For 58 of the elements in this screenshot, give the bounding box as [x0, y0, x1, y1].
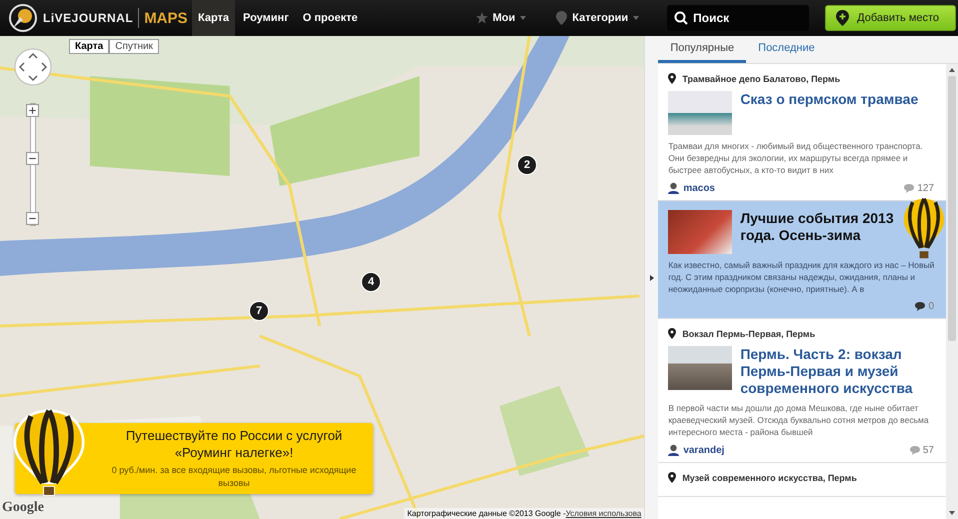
- scroll-up-icon[interactable]: [949, 68, 955, 72]
- speech-bubble-icon: [904, 184, 914, 192]
- author-link[interactable]: macos: [668, 182, 715, 194]
- balloon-icon: [13, 409, 85, 499]
- scrollbar[interactable]: [946, 64, 958, 519]
- ad-title: Путешествуйте по России с услугой «Роуминг налегке»!: [124, 427, 344, 461]
- zoom-out-icon[interactable]: [26, 212, 39, 225]
- map-type-button[interactable]: Спутник: [109, 39, 159, 54]
- nav-link[interactable]: Карта: [192, 0, 236, 36]
- pin-icon: [668, 472, 676, 483]
- pin-icon: [556, 11, 568, 25]
- caret-icon: [633, 16, 640, 20]
- post-location: Трамвайное депо Балатово, Пермь: [682, 74, 840, 84]
- dropdown-menu[interactable]: Мои: [476, 11, 526, 25]
- post-excerpt: В первой части мы дошли до дома Мешкова, где ныне обитает краеведческий музей. Отсюда буквально сотня метров до весьма интересного места - района бывшей: [668, 402, 930, 438]
- add-place-button[interactable]: Добавить место: [825, 5, 956, 31]
- post-title[interactable]: Сказ о пермском трамвае: [740, 91, 918, 108]
- caret-right-icon: [650, 274, 654, 280]
- pan-control-icon[interactable]: [14, 48, 52, 86]
- logo-text: LiVEJOURNAL: [43, 11, 134, 25]
- speech-bubble-icon: [910, 446, 920, 454]
- pin-icon: [668, 73, 676, 84]
- author-link[interactable]: varandej: [668, 444, 724, 456]
- comment-count: 57: [910, 444, 936, 456]
- map-attribution: Картографические данные ©2013 Google -: [407, 509, 566, 518]
- ad-text: 0 руб./мин. за все входящие вызовы, льготные исходящие вызовы: [110, 464, 358, 490]
- pin-plus-icon: [836, 10, 850, 26]
- user-icon: [668, 182, 680, 194]
- caret-icon: [520, 16, 526, 20]
- map-type-button[interactable]: Карта: [69, 39, 110, 54]
- user-icon: [668, 444, 680, 456]
- nav-link[interactable]: Роуминг: [237, 0, 295, 36]
- logo-icon: [8, 3, 38, 33]
- logo-product: MAPS: [144, 10, 188, 26]
- pin-icon: [668, 328, 676, 339]
- nav-link[interactable]: О проекте: [296, 0, 364, 36]
- zoom-in-icon[interactable]: [26, 104, 39, 117]
- comment-count: 127: [904, 182, 936, 194]
- terms-link[interactable]: Условия использова: [566, 509, 642, 518]
- post-excerpt: Трамваи для многих - любимый вид общественного транспорта. Они безвредны для экологии, их маршруты всегда прямее и быстрее автобусных, а кто-то видит в них: [668, 140, 924, 176]
- sidebar-tab[interactable]: Последние: [746, 36, 827, 63]
- zoom-slider-handle[interactable]: [26, 152, 39, 165]
- search-field[interactable]: Поиск: [667, 5, 810, 31]
- speech-bubble-icon: [915, 302, 926, 311]
- search-icon: [674, 11, 688, 25]
- post-title[interactable]: Пермь. Часть 2: вокзал Пермь-Первая и музей современного искусства: [740, 346, 936, 397]
- post-location: Вокзал Пермь-Первая, Пермь: [682, 328, 816, 338]
- comment-count: 0: [915, 301, 936, 312]
- scroll-down-icon[interactable]: [949, 511, 955, 515]
- post-excerpt: Как известно, самый важный праздник для каждого из нас – Новый год. С этим праздником связаны надежды, ожидания, планы и неожиданные сюрпризы (конечно, приятные). А в: [668, 259, 936, 295]
- post-location: Музей современного искусства, Пермь: [682, 472, 857, 482]
- photo-placeholder: [668, 210, 732, 254]
- star-icon: [476, 12, 488, 24]
- dropdown-menu[interactable]: Категории: [556, 11, 640, 25]
- photo-placeholder: [668, 346, 732, 390]
- photo-placeholder: [668, 91, 732, 135]
- post-title[interactable]: Лучшие события 2013 года. Осень-зима: [740, 210, 906, 244]
- google-logo: Google: [2, 500, 44, 516]
